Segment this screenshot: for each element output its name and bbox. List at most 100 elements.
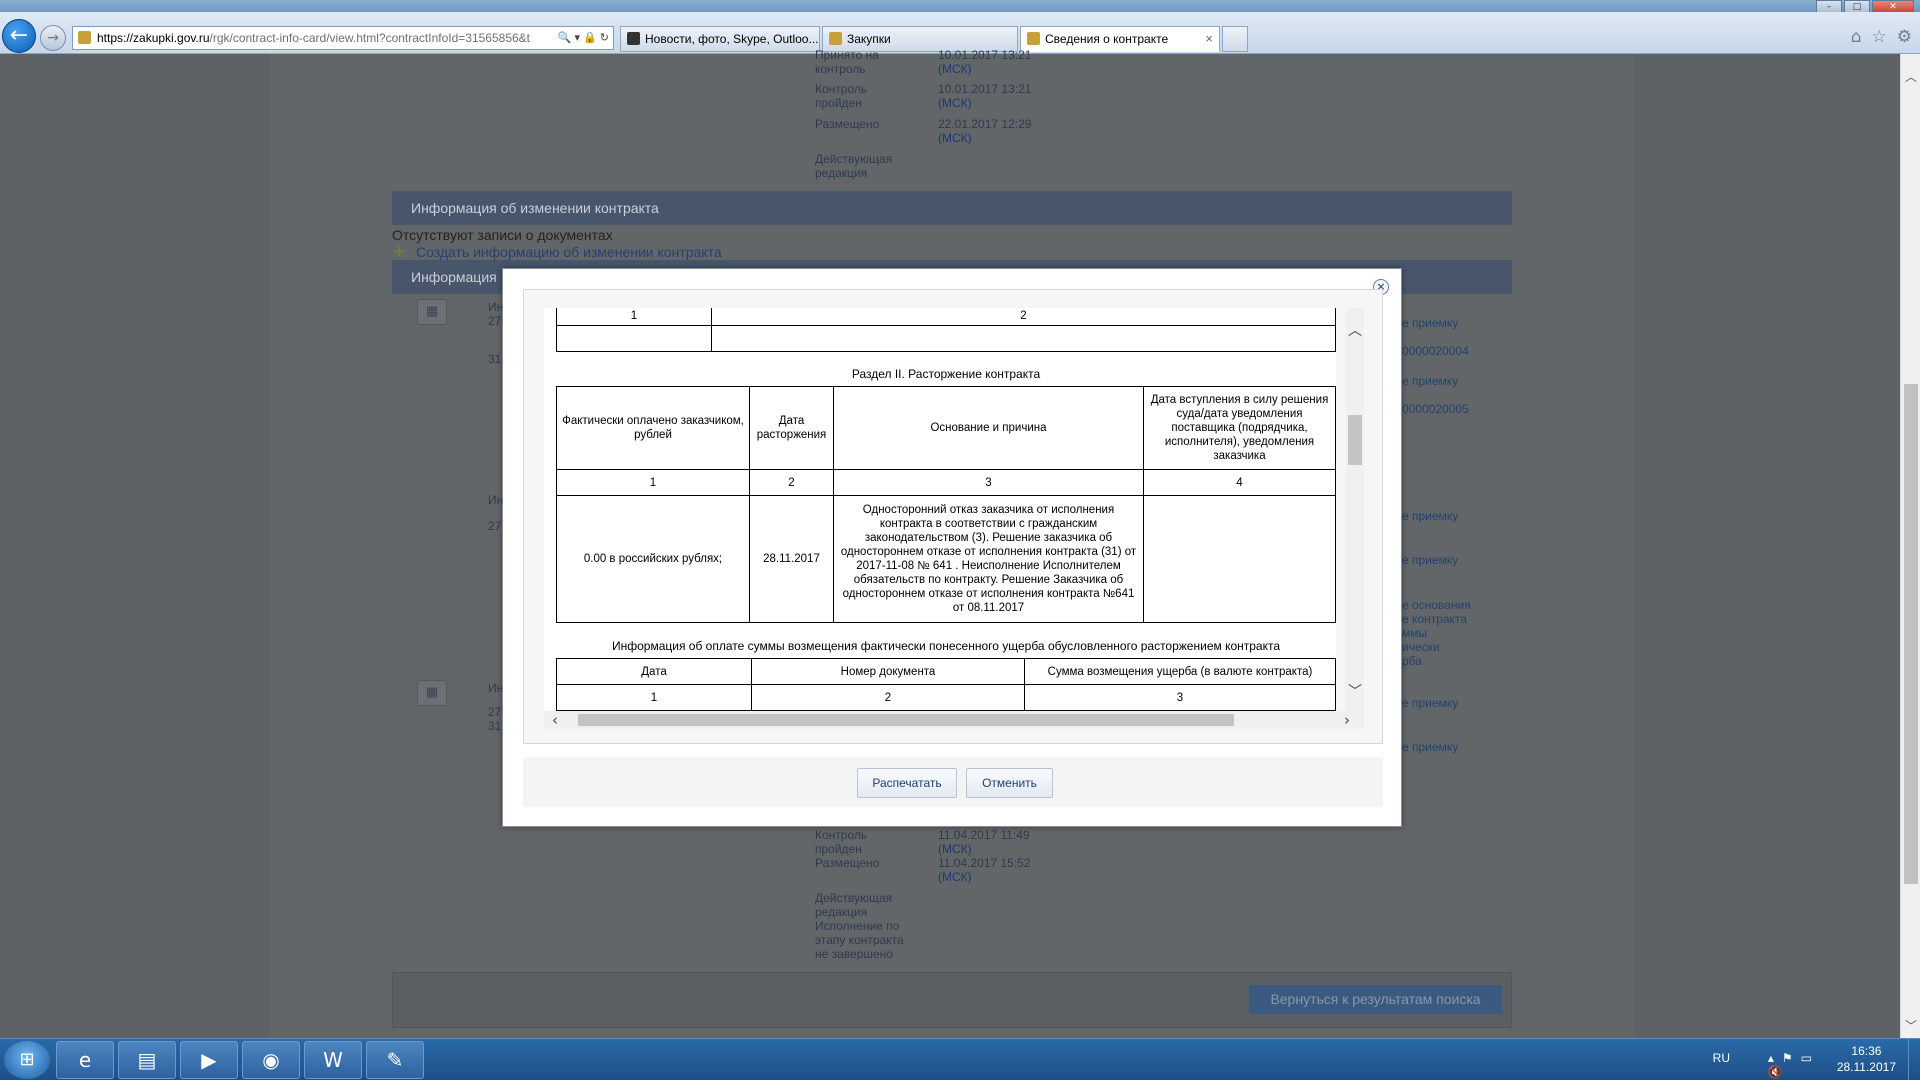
bg-label: Контроль пройден — [815, 828, 868, 856]
scrollbar-thumb[interactable] — [1904, 384, 1918, 884]
bg-value: 11.04.2017 15:52 (МСК) — [938, 856, 1031, 884]
table-cell: 28.11.2017 — [749, 495, 834, 623]
table-cell: 1 — [556, 684, 752, 711]
bg-label: Действующая редакция — [815, 891, 893, 919]
bg-fragment: 27 — [488, 519, 502, 533]
document-viewport: 1 2 Раздел II. Расторжение контракта Фак… — [544, 308, 1336, 711]
home-icon[interactable]: ⌂ — [1851, 27, 1862, 47]
word-icon[interactable]: W — [304, 1041, 362, 1079]
bg-side-link[interactable]: е приемку — [1402, 374, 1458, 388]
top-table: 1 2 — [556, 308, 1336, 352]
tab-contract-info[interactable]: Сведения о контракте × — [1020, 26, 1220, 52]
bg-value: 11.04.2017 11:49 (МСК) — [938, 828, 1030, 856]
document-icon[interactable]: ▦ — [417, 299, 447, 325]
no-records-text: Отсутствуют записи о документах — [392, 227, 613, 243]
new-tab-button[interactable] — [1222, 26, 1248, 52]
bg-fragment: 27 — [488, 705, 502, 719]
bg-label: Исполнение по этапу контракта не заверше… — [815, 919, 904, 961]
language-indicator[interactable]: RU — [1713, 1051, 1730, 1065]
bg-side-link[interactable]: 0000020004 — [1402, 344, 1469, 358]
tab-label: Новости, фото, Skype, Outloo... — [645, 32, 819, 46]
back-button[interactable]: ← — [2, 19, 36, 53]
scroll-up-icon[interactable]: ︿ — [1904, 68, 1918, 85]
table-cell: 3 — [833, 469, 1144, 496]
bg-label: Принято на контроль — [815, 48, 879, 76]
emblem-icon — [1027, 32, 1040, 45]
return-to-results-button[interactable]: Вернуться к результатам поиска — [1249, 985, 1502, 1014]
table-cell: 2 — [711, 308, 1336, 326]
table-header: Дата — [556, 658, 752, 685]
tab-label: Сведения о контракте — [1045, 32, 1169, 46]
close-tab-icon[interactable]: × — [1205, 27, 1213, 51]
document-vertical-scrollbar[interactable]: ︿ ﹀ — [1346, 308, 1364, 711]
media-player-icon[interactable]: ▶ — [180, 1041, 238, 1079]
document-horizontal-scrollbar[interactable]: ‹ › — [544, 711, 1364, 729]
emblem-icon — [78, 31, 91, 44]
bg-side-link[interactable]: е приемку — [1402, 740, 1458, 754]
bg-date: 11.04.2017 15:52 — [938, 856, 1031, 870]
url-host: https://zakupki.gov.ru — [97, 31, 210, 45]
bg-side-link[interactable]: е приемку — [1402, 509, 1458, 523]
scroll-down-icon[interactable]: ﹀ — [1346, 681, 1364, 701]
show-desktop-button[interactable] — [1908, 1039, 1920, 1080]
create-change-info-link[interactable]: Создать информацию об изменении контракт… — [416, 244, 722, 260]
tab-label: Закупки — [847, 32, 891, 46]
scroll-right-icon[interactable]: › — [1344, 711, 1350, 729]
browser-tools: ⌂ ☆ ⚙ — [1851, 27, 1912, 47]
internet-explorer-icon[interactable]: e — [56, 1041, 114, 1079]
tray-icons[interactable]: ▴⚑▭🔇 — [1768, 1051, 1820, 1079]
windows-taskbar: ⊞ e ▤ ▶ ◉ W ✎ RU ▴⚑▭🔇 16:36 28.11.2017 — [0, 1038, 1920, 1080]
scroll-down-icon[interactable]: ﹀ — [1904, 1017, 1918, 1034]
bg-side-link[interactable]: ммы — [1402, 626, 1427, 640]
bg-side-link[interactable]: е приемку — [1402, 316, 1458, 330]
bg-value: 10.01.2017 13:21 (МСК) — [938, 82, 1031, 110]
emblem-icon — [829, 32, 842, 45]
tab-news[interactable]: Новости, фото, Skype, Outloo... — [620, 26, 820, 52]
forward-button[interactable]: → — [40, 25, 66, 51]
bg-fragment: Ин — [488, 300, 504, 314]
bg-side-link[interactable]: е приемку — [1402, 553, 1458, 567]
table-header: Дата вступления в силу решения суда/дата… — [1143, 386, 1336, 470]
document-icon[interactable]: ▦ — [417, 680, 447, 706]
document-frame: 1 2 Раздел II. Расторжение контракта Фак… — [523, 289, 1383, 744]
table-header: Номер документа — [751, 658, 1025, 685]
table-cell — [556, 325, 712, 352]
bg-tz: (МСК) — [938, 842, 972, 856]
bg-side-link[interactable]: е основания — [1402, 598, 1471, 612]
scroll-up-icon[interactable]: ︿ — [1346, 320, 1364, 340]
bg-date: 10.01.2017 13:21 — [938, 48, 1032, 62]
table-cell: 0.00 в российских рублях; — [556, 495, 750, 623]
bg-side-link[interactable]: 0000020005 — [1402, 402, 1469, 416]
scrollbar-thumb[interactable] — [1348, 415, 1362, 465]
paint-icon[interactable]: ✎ — [366, 1041, 424, 1079]
table-header: Фактически оплачено заказчиком, рублей — [556, 386, 750, 470]
clock[interactable]: 16:36 28.11.2017 — [1837, 1043, 1896, 1075]
chrome-icon[interactable]: ◉ — [242, 1041, 300, 1079]
start-button[interactable]: ⊞ — [4, 1041, 50, 1079]
page-scrollbar[interactable]: ︿ ﹀ — [1900, 54, 1920, 1038]
table-cell: 1 — [556, 469, 750, 496]
bg-date: 10.01.2017 13:21 — [938, 82, 1032, 96]
address-tools-icon[interactable]: 🔍 ▾ 🔒 ↻ — [558, 27, 609, 49]
bg-side-link[interactable]: рба — [1402, 654, 1422, 668]
address-bar[interactable]: https://zakupki.gov.ru/rgk/contract-info… — [72, 26, 614, 50]
favorites-star-icon[interactable]: ☆ — [1872, 27, 1887, 47]
bg-fragment: Ин — [488, 681, 504, 695]
table-cell: 2 — [751, 684, 1025, 711]
bg-value: 10.01.2017 13:21 (МСК) — [938, 48, 1031, 76]
scrollbar-thumb[interactable] — [578, 714, 1234, 726]
bg-tz: (МСК) — [938, 62, 972, 76]
bg-side-link[interactable]: ически — [1402, 640, 1440, 654]
scroll-left-icon[interactable]: ‹ — [552, 711, 558, 729]
cancel-button[interactable]: Отменить — [966, 768, 1053, 798]
print-preview-modal: × 1 2 Раздел II. Расторжение контракта Ф… — [502, 268, 1402, 827]
gear-icon[interactable]: ⚙ — [1897, 27, 1912, 47]
termination-table: Фактически оплачено заказчиком, рублей Д… — [556, 386, 1336, 623]
url-path: /rgk/contract-info-card/view.html?contra… — [209, 31, 531, 45]
file-explorer-icon[interactable]: ▤ — [118, 1041, 176, 1079]
section-header-changes: Информация об изменении контракта — [392, 191, 1512, 225]
print-button[interactable]: Распечатать — [857, 768, 957, 798]
bg-date: 11.04.2017 11:49 — [938, 828, 1030, 842]
bg-side-link[interactable]: е контракта — [1402, 612, 1467, 626]
bg-side-link[interactable]: е приемку — [1402, 696, 1458, 710]
